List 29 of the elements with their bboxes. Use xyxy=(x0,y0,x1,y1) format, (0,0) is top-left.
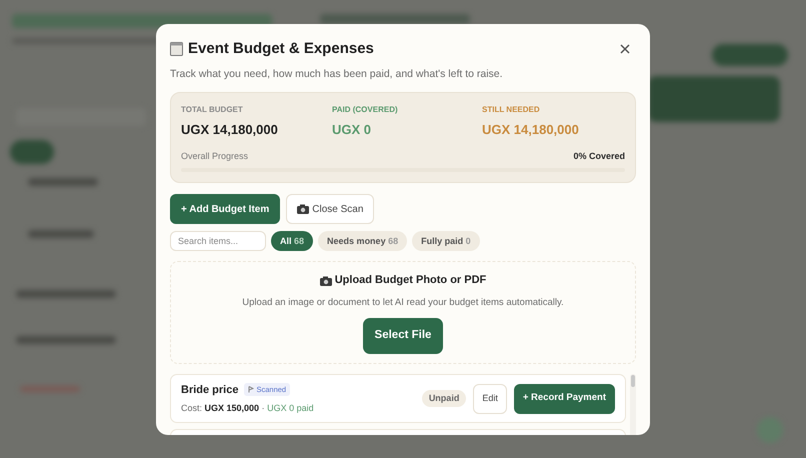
stat-label: PAID (COVERED) xyxy=(332,104,399,116)
upload-description: Upload an image or document to let AI read your budget items automatically. xyxy=(242,296,564,310)
dialog-subtitle: Track what you need, how much has been paid, and what's left to raise. xyxy=(170,66,504,82)
scrollbar[interactable] xyxy=(630,374,636,435)
filter-chip[interactable]: All 68 xyxy=(271,231,314,252)
progress-reading: 0% Covered xyxy=(573,150,625,163)
record-payment-button[interactable]: + Record Payment xyxy=(514,384,615,414)
filter-chip[interactable]: Fully paid 0 xyxy=(412,231,480,252)
close-icon[interactable] xyxy=(620,44,630,54)
filter-chip[interactable]: Needs money 68 xyxy=(318,231,408,252)
stat-label: STILL NEEDED xyxy=(482,104,541,116)
stat-value: UGX 14,180,000 xyxy=(181,121,279,140)
stat-value: UGX 0 xyxy=(332,121,372,140)
progress-label: Overall Progress xyxy=(181,150,248,163)
search-field[interactable]: Search items... xyxy=(170,231,266,252)
item-cost: Cost: UGX 150,000 · UGX 0 paid xyxy=(181,402,314,415)
add-item-button[interactable]: + Add Budget Item xyxy=(170,194,280,224)
edit-button[interactable]: Edit xyxy=(473,384,507,414)
notepad-icon xyxy=(170,42,183,56)
camera-icon xyxy=(297,204,310,214)
stat-value: UGX 14,180,000 xyxy=(482,121,580,140)
select-file-button[interactable]: Select File xyxy=(363,318,443,354)
upload-title: Upload Budget Photo or PDF xyxy=(334,273,486,288)
stat-label: TOTAL BUDGET xyxy=(181,104,244,116)
camera-icon xyxy=(320,276,332,286)
status-badge: Unpaid xyxy=(422,390,466,407)
dialog-title: Event Budget & Expenses xyxy=(188,39,374,59)
item-name: Bride price xyxy=(181,382,238,398)
close-scan-button[interactable]: Close Scan xyxy=(286,194,374,224)
